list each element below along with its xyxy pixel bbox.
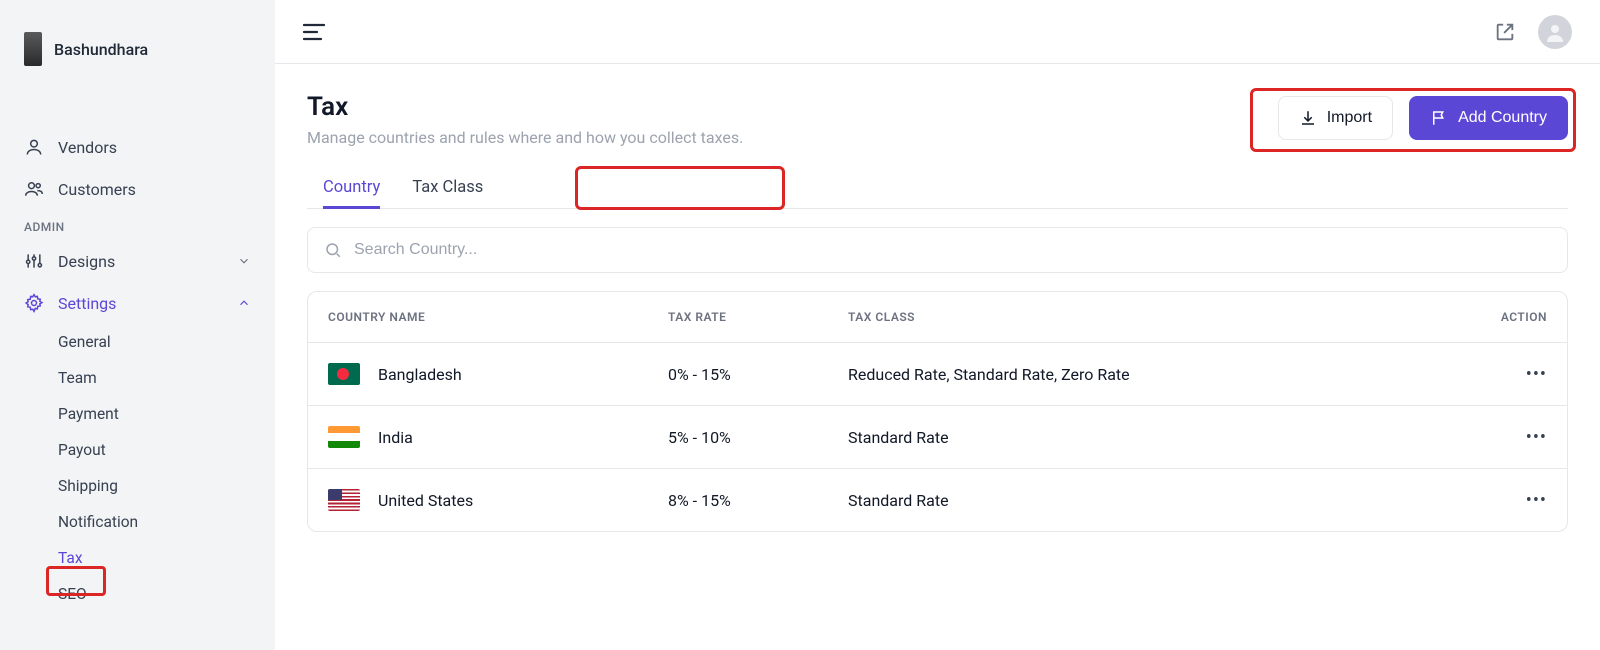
sidebar-sub-shipping[interactable]: Shipping xyxy=(0,468,275,504)
sidebar-item-label: Settings xyxy=(58,294,116,313)
flag-icon xyxy=(1430,109,1448,127)
tax-class: Standard Rate xyxy=(848,428,1467,447)
row-actions-icon[interactable]: ••• xyxy=(1526,427,1547,448)
page-subtitle: Manage countries and rules where and how… xyxy=(307,128,743,147)
flag-bangladesh-icon xyxy=(328,363,360,385)
sidebar-sub-general[interactable]: General xyxy=(0,324,275,360)
col-header-action: ACTION xyxy=(1467,310,1547,324)
sidebar-item-vendors[interactable]: Vendors xyxy=(0,126,275,168)
sidebar-item-label: Designs xyxy=(58,252,115,271)
sidebar-item-customers[interactable]: Customers xyxy=(0,168,275,210)
country-name: India xyxy=(378,428,413,447)
tax-rate: 5% - 10% xyxy=(668,428,848,447)
tax-class: Standard Rate xyxy=(848,491,1467,510)
sidebar-sub-tax[interactable]: Tax xyxy=(0,540,275,576)
tab-tax-class[interactable]: Tax Class xyxy=(412,167,483,208)
sidebar-item-settings[interactable]: Settings xyxy=(0,282,275,324)
sidebar-sub-payment[interactable]: Payment xyxy=(0,396,275,432)
gear-icon xyxy=(24,293,44,313)
external-link-icon[interactable] xyxy=(1494,21,1516,43)
row-actions-icon[interactable]: ••• xyxy=(1526,490,1547,511)
tabs: Country Tax Class xyxy=(307,167,1568,209)
chevron-down-icon xyxy=(237,254,251,268)
flag-us-icon xyxy=(328,489,360,511)
search-input[interactable] xyxy=(354,241,1551,259)
brand[interactable]: Bashundhara xyxy=(0,20,275,78)
sliders-icon xyxy=(24,251,44,271)
col-header-rate: TAX RATE xyxy=(668,310,848,324)
main-content: Tax Manage countries and rules where and… xyxy=(275,0,1600,650)
topbar xyxy=(275,0,1600,64)
row-actions-icon[interactable]: ••• xyxy=(1526,364,1547,385)
page-title: Tax xyxy=(307,92,743,122)
sidebar-item-label: Vendors xyxy=(58,138,117,157)
menu-icon[interactable] xyxy=(303,23,325,41)
chevron-up-icon xyxy=(237,296,251,310)
tax-rate: 0% - 15% xyxy=(668,365,848,384)
sidebar-sub-team[interactable]: Team xyxy=(0,360,275,396)
table-row: India 5% - 10% Standard Rate ••• xyxy=(308,405,1567,468)
search-icon xyxy=(324,241,342,259)
table-header: COUNTRY NAME TAX RATE TAX CLASS ACTION xyxy=(308,292,1567,342)
table-row: United States 8% - 15% Standard Rate ••• xyxy=(308,468,1567,531)
sidebar-item-label: Customers xyxy=(58,180,136,199)
sidebar-sub-seo[interactable]: SEO xyxy=(0,576,275,612)
import-button[interactable]: Import xyxy=(1278,96,1393,140)
flag-india-icon xyxy=(328,426,360,448)
users-icon xyxy=(24,179,44,199)
search-box[interactable] xyxy=(307,227,1568,273)
tax-rate: 8% - 15% xyxy=(668,491,848,510)
add-country-label: Add Country xyxy=(1458,109,1547,127)
table-row: Bangladesh 0% - 15% Reduced Rate, Standa… xyxy=(308,342,1567,405)
sidebar: Bashundhara Vendors Customers ADMIN Desi… xyxy=(0,0,275,650)
sidebar-item-designs[interactable]: Designs xyxy=(0,240,275,282)
tab-country[interactable]: Country xyxy=(323,167,380,208)
brand-name: Bashundhara xyxy=(54,40,148,59)
avatar[interactable] xyxy=(1538,15,1572,49)
sidebar-sub-payout[interactable]: Payout xyxy=(0,432,275,468)
countries-table: COUNTRY NAME TAX RATE TAX CLASS ACTION B… xyxy=(307,291,1568,532)
download-icon xyxy=(1299,109,1317,127)
col-header-name: COUNTRY NAME xyxy=(328,310,668,324)
country-name: Bangladesh xyxy=(378,365,462,384)
country-name: United States xyxy=(378,491,473,510)
sidebar-group-admin: ADMIN xyxy=(0,210,275,240)
col-header-class: TAX CLASS xyxy=(848,310,1467,324)
add-country-button[interactable]: Add Country xyxy=(1409,96,1568,140)
import-label: Import xyxy=(1327,109,1372,127)
user-icon xyxy=(24,137,44,157)
sidebar-sub-notification[interactable]: Notification xyxy=(0,504,275,540)
brand-icon xyxy=(24,32,42,66)
tax-class: Reduced Rate, Standard Rate, Zero Rate xyxy=(848,365,1467,384)
